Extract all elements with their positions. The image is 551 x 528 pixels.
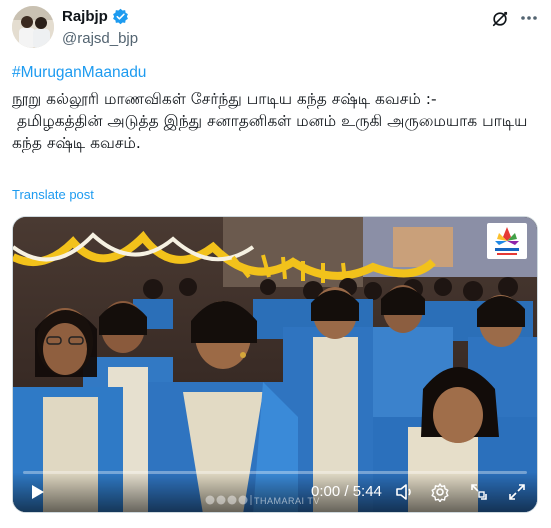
avatar[interactable] [12,6,54,48]
video-progress-bar[interactable] [23,471,527,474]
author-display-name[interactable]: Rajbjp [62,8,108,25]
play-icon[interactable] [27,482,47,502]
fullscreen-icon[interactable] [507,482,527,502]
video-controls [13,472,537,512]
watermark-text: THAMARAI TV [254,496,320,506]
thamarai-logo-icon [495,227,519,255]
translate-post-link[interactable]: Translate post [12,187,94,202]
grok-icon[interactable] [491,10,509,28]
post-text: நூறு கல்லூரி மாணவிகள் சேர்ந்து பாடிய கந்… [12,90,528,152]
pip-icon[interactable] [469,482,489,502]
video-frame [13,217,537,512]
profile-photo-icon [12,6,54,48]
post-header: Rajbjp @rajsd_bjp [12,6,539,52]
channel-logo [487,223,527,259]
video-player[interactable]: THAMARAI TV 0:00 / 5:44 [12,216,538,513]
name-row: Rajbjp [62,8,129,25]
settings-icon[interactable] [430,482,450,502]
video-time: 0:00 / 5:44 [311,483,382,500]
author-handle[interactable]: @rajsd_bjp [62,30,138,47]
volume-icon[interactable] [394,482,414,502]
more-options-icon[interactable] [519,8,539,28]
verified-badge-icon [112,8,128,25]
hashtag-link[interactable]: #MuruganMaanadu [12,64,146,82]
